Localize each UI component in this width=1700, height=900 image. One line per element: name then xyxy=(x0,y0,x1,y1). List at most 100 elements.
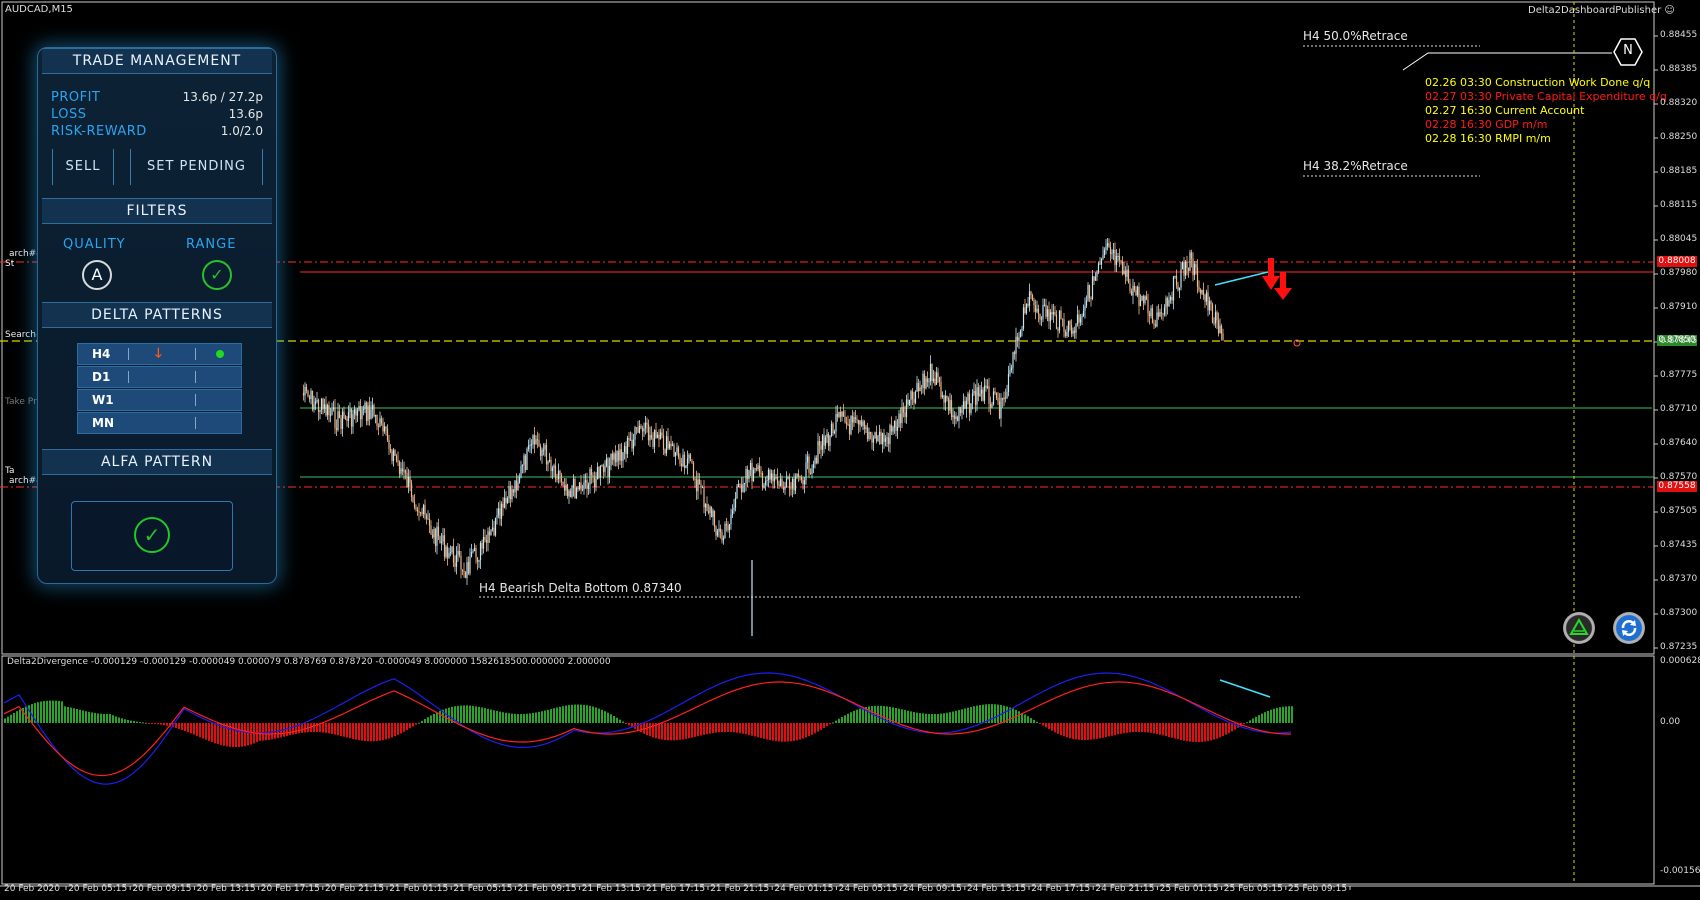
candle-body xyxy=(572,478,575,488)
candle-body xyxy=(461,569,464,571)
candle-body xyxy=(386,428,389,440)
histogram-bar xyxy=(289,723,291,736)
candle-body xyxy=(1184,261,1187,276)
candle-body xyxy=(434,528,437,546)
refresh-button[interactable] xyxy=(1613,612,1645,644)
candle-body xyxy=(1027,303,1029,306)
candle-body xyxy=(383,426,386,432)
candle-body xyxy=(727,525,729,531)
pattern-row-mn[interactable]: MN xyxy=(77,412,242,434)
histogram-bar xyxy=(856,709,858,723)
candle-body xyxy=(335,428,338,430)
candle-body xyxy=(637,427,639,433)
candle-body xyxy=(874,432,876,439)
candle-body xyxy=(1000,397,1002,419)
candle-body xyxy=(1222,333,1224,340)
histogram-bar xyxy=(1144,723,1146,733)
candle-body xyxy=(1207,292,1209,311)
candle-body xyxy=(1087,285,1089,301)
histogram-bar xyxy=(1027,716,1029,723)
candle-body xyxy=(614,453,617,463)
histogram-bar xyxy=(916,712,918,723)
candle-body xyxy=(635,427,638,429)
histogram-bar xyxy=(151,723,153,724)
histogram-bar xyxy=(928,713,930,723)
buy-up-button[interactable] xyxy=(1563,612,1595,644)
candle-body xyxy=(653,430,656,447)
histogram-bar xyxy=(613,716,615,723)
candle-body xyxy=(401,468,404,472)
histogram-bar xyxy=(1249,720,1251,723)
histogram-bar xyxy=(1222,723,1224,737)
histogram-bar xyxy=(472,705,474,723)
histogram-bar xyxy=(166,723,168,726)
histogram-bar xyxy=(61,701,63,723)
candle-body xyxy=(356,410,359,416)
histogram-bar xyxy=(376,723,378,742)
candle-body xyxy=(583,482,585,490)
candle-body xyxy=(1078,314,1080,323)
candle-body xyxy=(923,373,926,389)
candle-body xyxy=(442,535,444,542)
candle-body xyxy=(692,462,695,479)
candle-body xyxy=(961,409,963,413)
candle-body xyxy=(538,440,540,446)
candle-body xyxy=(977,387,980,396)
sell-button[interactable]: SELL xyxy=(52,149,114,185)
candle-body xyxy=(676,447,678,453)
candle-body xyxy=(598,467,600,478)
symbol-title: AUDCAD,M15 xyxy=(5,4,73,15)
histogram-bar xyxy=(658,723,660,740)
histogram-bar xyxy=(817,723,819,732)
histogram-bar xyxy=(232,723,234,748)
histogram-bar xyxy=(274,723,276,739)
histogram-bar xyxy=(604,711,606,723)
pattern-label: MN xyxy=(92,416,114,430)
candle-body xyxy=(920,387,923,389)
histogram-bar xyxy=(430,715,432,723)
candle-body xyxy=(343,411,345,417)
candle-body xyxy=(814,457,816,464)
candle-body xyxy=(1111,252,1113,254)
candle-body xyxy=(518,477,521,483)
set-pending-button[interactable]: SET PENDING xyxy=(130,149,263,185)
histogram-bar xyxy=(667,723,669,741)
histogram-bar xyxy=(97,713,99,723)
histogram-bar xyxy=(502,712,504,723)
alfa-pattern-box[interactable]: ✓ xyxy=(71,501,233,571)
time-tick-label: 20 Feb 05:15 xyxy=(68,884,128,894)
candle-body xyxy=(1190,252,1193,259)
pattern-row-h4[interactable]: H4 🡓 xyxy=(77,343,242,365)
candle-body xyxy=(325,404,327,416)
histogram-bar xyxy=(1117,723,1119,735)
candle-body xyxy=(758,465,761,473)
candle-body xyxy=(1168,300,1170,306)
refresh-icon xyxy=(1621,620,1637,636)
candle-body xyxy=(361,409,363,420)
candle-body xyxy=(1046,309,1049,317)
candle-body xyxy=(632,439,635,449)
candle-body xyxy=(590,469,593,476)
candle-body xyxy=(1150,308,1152,317)
histogram-bar xyxy=(610,714,612,723)
news-badge[interactable]: N xyxy=(1613,38,1643,66)
candle-body xyxy=(878,431,881,436)
candle-body xyxy=(776,477,779,485)
histogram-bar xyxy=(772,723,774,741)
pattern-separator xyxy=(128,348,129,360)
indicator-axis-top: 0.000628 xyxy=(1660,656,1700,666)
candle-body xyxy=(449,552,452,554)
histogram-bar xyxy=(685,723,687,739)
histogram-bar xyxy=(1207,723,1209,742)
candle-body xyxy=(1175,275,1178,286)
pattern-row-d1[interactable]: D1 xyxy=(77,366,242,388)
histogram-bar xyxy=(790,723,792,742)
candle-body xyxy=(1036,308,1038,312)
histogram-bar xyxy=(592,706,594,723)
pattern-row-w1[interactable]: W1 xyxy=(77,389,242,411)
candle-body xyxy=(919,387,921,392)
histogram-bar xyxy=(403,723,405,732)
histogram-bar xyxy=(397,723,399,735)
candle-body xyxy=(850,416,852,435)
histogram-bar xyxy=(76,709,78,723)
